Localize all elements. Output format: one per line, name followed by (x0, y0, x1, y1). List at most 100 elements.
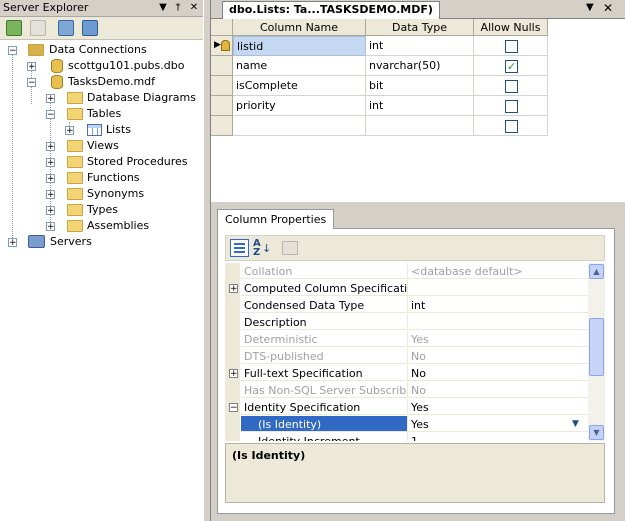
scroll-down-icon[interactable]: ▼ (589, 425, 604, 440)
expand-icon[interactable]: + (46, 206, 55, 216)
categorized-view-icon[interactable] (230, 239, 249, 257)
connect-to-database-icon[interactable] (58, 20, 74, 36)
cell-data-type[interactable] (366, 116, 474, 136)
row-selector[interactable] (211, 56, 233, 76)
property-value[interactable]: No (408, 382, 588, 398)
collapse-icon[interactable]: − (229, 403, 238, 413)
cell-column-name[interactable]: priority (233, 96, 366, 116)
tree-item-views[interactable]: + Views (0, 138, 203, 154)
property-value[interactable]: No (408, 348, 588, 364)
cell-data-type[interactable]: int (366, 96, 474, 116)
column-header-allow-nulls[interactable]: Allow Nulls (474, 19, 548, 36)
tree-item-tables[interactable]: − Tables (0, 106, 203, 122)
tree-item-functions[interactable]: + Functions (0, 170, 203, 186)
expand-icon[interactable]: + (46, 190, 55, 200)
expand-icon[interactable]: + (46, 158, 55, 168)
allow-nulls-checkbox[interactable] (505, 40, 518, 53)
property-value[interactable]: 1 (408, 433, 588, 441)
allow-nulls-checkbox[interactable] (505, 80, 518, 93)
allow-nulls-checkbox[interactable] (505, 100, 518, 113)
property-value[interactable]: int (408, 297, 588, 313)
property-row[interactable]: + Full-text Specification No (225, 365, 588, 382)
connect-to-server-icon[interactable] (82, 20, 98, 36)
tree-item-data-connections[interactable]: − Data Connections (0, 42, 203, 58)
cell-column-name[interactable]: isComplete (233, 76, 366, 96)
expand-icon[interactable]: + (46, 222, 55, 232)
property-row[interactable]: + Computed Column Specification (225, 280, 588, 297)
row-selector[interactable] (211, 116, 233, 136)
close-icon[interactable]: ✕ (187, 0, 201, 15)
tree-item-servers[interactable]: + Servers (0, 234, 203, 250)
refresh-icon[interactable] (6, 20, 22, 36)
row-selector[interactable] (211, 96, 233, 116)
expand-icon[interactable]: + (8, 238, 17, 248)
cell-column-name[interactable]: listid (233, 36, 366, 56)
cell-allow-nulls[interactable] (474, 96, 548, 116)
property-value[interactable]: Yes (408, 399, 588, 415)
expand-icon[interactable]: + (46, 174, 55, 184)
column-header-name[interactable]: Column Name (233, 19, 366, 36)
value-dropdown-icon[interactable]: ▼ (572, 416, 579, 433)
property-row[interactable]: Description (225, 314, 588, 331)
stop-refresh-icon[interactable] (30, 20, 46, 36)
tree-item-connection-pubs[interactable]: + scottgu101.pubs.dbo (0, 58, 203, 74)
tree-item-stored-procedures[interactable]: + Stored Procedures (0, 154, 203, 170)
property-row[interactable]: Has Non-SQL Server Subscriber No (225, 382, 588, 399)
window-position-dropdown-icon[interactable]: ▼ (156, 0, 170, 15)
cell-allow-nulls[interactable] (474, 36, 548, 56)
property-grid-scrollbar[interactable]: ▲ ▼ (588, 263, 605, 441)
property-value[interactable]: No (408, 365, 588, 381)
column-header-data-type[interactable]: Data Type (366, 19, 474, 36)
expand-icon[interactable]: + (65, 126, 74, 136)
scroll-up-icon[interactable]: ▲ (589, 264, 604, 279)
auto-hide-pin-icon[interactable]: † (171, 0, 185, 15)
collapse-icon[interactable]: − (8, 46, 17, 56)
property-row[interactable]: Deterministic Yes (225, 331, 588, 348)
document-tab-dbo-lists[interactable]: dbo.Lists: Ta...TASKSDEMO.MDF) (222, 1, 440, 19)
row-selector[interactable] (211, 76, 233, 96)
property-value[interactable]: Yes (408, 331, 588, 347)
property-row[interactable]: (Is Identity) Yes ▼ (225, 416, 588, 433)
tab-column-properties[interactable]: Column Properties (217, 209, 335, 229)
tree-item-types[interactable]: + Types (0, 202, 203, 218)
cell-allow-nulls[interactable] (474, 76, 548, 96)
tree-item-assemblies[interactable]: + Assemblies (0, 218, 203, 234)
property-row[interactable]: − Identity Specification Yes (225, 399, 588, 416)
expand-icon[interactable]: + (229, 369, 238, 379)
cell-data-type[interactable]: bit (366, 76, 474, 96)
expand-icon[interactable]: + (46, 94, 55, 104)
cell-column-name[interactable] (233, 116, 366, 136)
cell-allow-nulls[interactable] (474, 116, 548, 136)
cell-allow-nulls[interactable]: ✓ (474, 56, 548, 76)
property-pages-icon[interactable] (282, 241, 298, 255)
property-gutter (225, 314, 240, 331)
expand-icon[interactable]: + (229, 284, 238, 294)
tree-item-synonyms[interactable]: + Synonyms (0, 186, 203, 202)
property-value[interactable]: Yes (408, 416, 588, 432)
close-document-icon[interactable]: ✕ (603, 1, 613, 15)
property-row[interactable]: Collation <database default> (225, 263, 588, 280)
property-row[interactable]: Identity Increment1 (225, 433, 588, 441)
expand-icon[interactable]: + (46, 142, 55, 152)
property-value[interactable]: <database default> (408, 263, 588, 279)
cell-data-type[interactable]: int (366, 36, 474, 56)
panel-splitter[interactable] (203, 0, 211, 521)
property-row[interactable]: Condensed Data Type int (225, 297, 588, 314)
active-files-dropdown-icon[interactable]: ▼ (586, 2, 594, 13)
allow-nulls-checkbox-checked[interactable]: ✓ (505, 60, 518, 73)
expand-icon[interactable]: + (27, 62, 36, 72)
collapse-icon[interactable]: − (27, 78, 36, 88)
row-selector[interactable]: ▶ (211, 36, 233, 56)
scrollbar-thumb[interactable] (589, 318, 604, 376)
cell-column-name[interactable]: name (233, 56, 366, 76)
tree-item-database-diagrams[interactable]: + Database Diagrams (0, 90, 203, 106)
property-row[interactable]: DTS-published No (225, 348, 588, 365)
tree-item-connection-tasksdemo[interactable]: − TasksDemo.mdf (0, 74, 203, 90)
alphabetical-sort-icon[interactable]: AZ (253, 239, 261, 258)
allow-nulls-checkbox[interactable] (505, 120, 518, 133)
cell-data-type[interactable]: nvarchar(50) (366, 56, 474, 76)
tree-item-lists-table[interactable]: + Lists (0, 122, 203, 138)
collapse-icon[interactable]: − (46, 110, 55, 120)
property-value[interactable] (408, 314, 588, 330)
property-value[interactable] (408, 280, 588, 296)
